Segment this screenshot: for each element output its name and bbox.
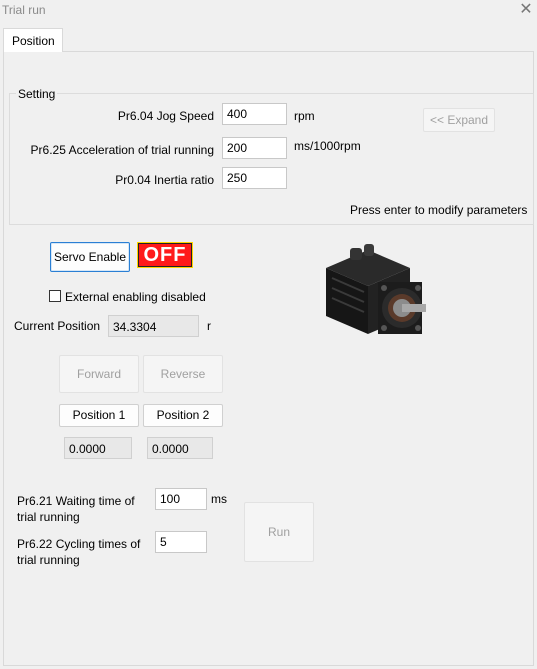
position-1-value: 0.0000 [64, 437, 132, 459]
reverse-button[interactable]: Reverse [143, 355, 223, 393]
run-button[interactable]: Run [244, 502, 314, 562]
current-position-value: 34.3304 [108, 315, 199, 337]
jog-speed-label: Pr6.04 Jog Speed [117, 109, 214, 123]
acceleration-input[interactable] [222, 137, 287, 159]
cycling-times-input[interactable] [155, 531, 207, 553]
jog-speed-unit: rpm [294, 109, 315, 123]
position-2-value: 0.0000 [147, 437, 213, 459]
position-1-button[interactable]: Position 1 [59, 404, 139, 427]
title-bar [0, 0, 537, 22]
waiting-time-label-line2: trial running [17, 510, 80, 524]
setting-group-title: Setting [16, 87, 58, 101]
waiting-time-label-line1: Pr6.21 Waiting time of [17, 494, 135, 508]
tab-position[interactable]: Position [3, 28, 63, 52]
forward-button[interactable]: Forward [59, 355, 139, 393]
current-position-unit: r [207, 319, 211, 333]
acceleration-label: Pr6.25 Acceleration of trial running [30, 143, 214, 157]
waiting-time-input[interactable] [155, 488, 207, 510]
current-position-label: Current Position [14, 319, 101, 333]
servo-enable-button[interactable]: Servo Enable [50, 242, 130, 272]
jog-speed-input[interactable] [222, 103, 287, 125]
servo-motor-image [318, 242, 430, 346]
close-icon[interactable]: ✕ [516, 0, 536, 20]
external-enabling-label: External enabling disabled [65, 290, 206, 304]
cycling-times-label-line1: Pr6.22 Cycling times of [17, 537, 141, 551]
servo-state-badge: OFF [137, 242, 193, 268]
acceleration-unit: ms/1000rpm [294, 139, 361, 153]
expand-button[interactable]: << Expand [423, 108, 495, 132]
modify-hint: Press enter to modify parameters [350, 203, 528, 217]
window-title: Trial run [2, 3, 46, 17]
external-enabling-checkbox[interactable] [49, 290, 61, 302]
inertia-input[interactable] [222, 167, 287, 189]
waiting-time-unit: ms [211, 492, 227, 506]
cycling-times-label-line2: trial running [17, 553, 80, 567]
position-2-button[interactable]: Position 2 [143, 404, 223, 427]
inertia-label: Pr0.04 Inertia ratio [115, 173, 214, 187]
